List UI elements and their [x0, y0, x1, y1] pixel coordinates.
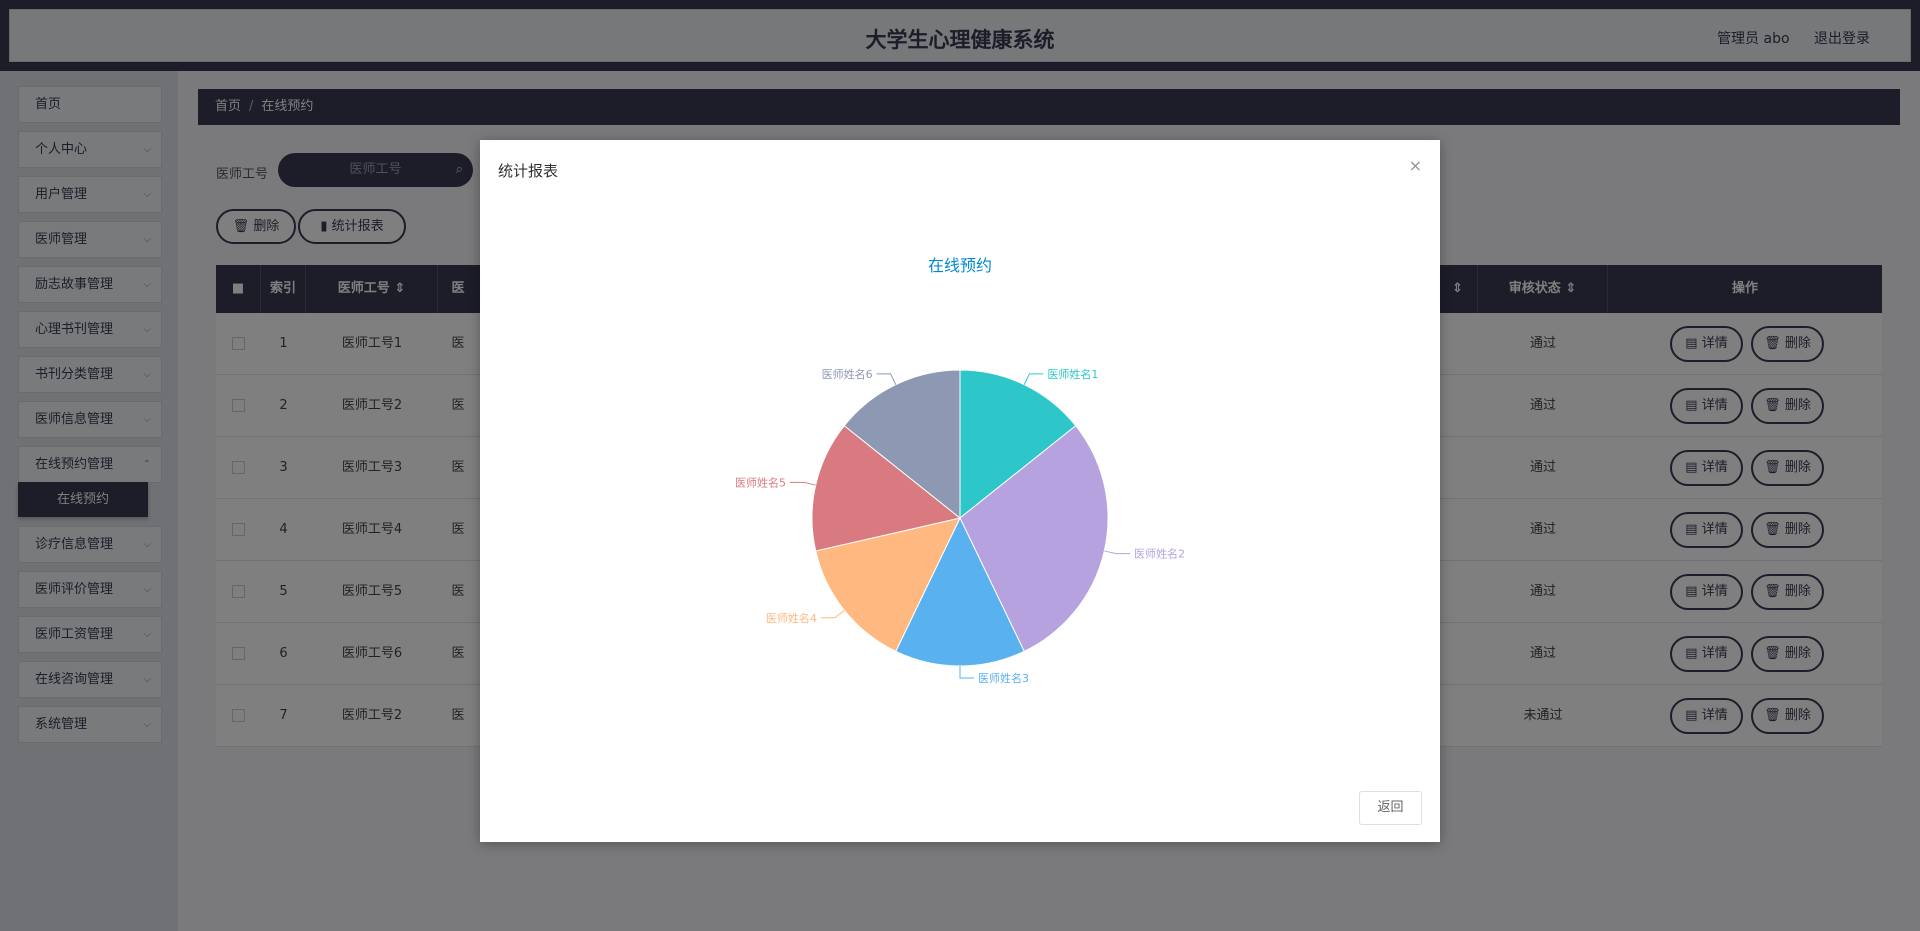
pie-chart: 在线预约 医师姓名1 医师姓名2 医师姓名3 医师姓名4 医师姓名5 医师姓名6 — [735, 256, 1185, 685]
pie-label-line — [959, 666, 974, 679]
pie-label: 医师姓名5 — [735, 475, 786, 489]
pie-label-line — [820, 609, 845, 619]
pie-label: 医师姓名1 — [1047, 367, 1098, 381]
pie-label-line — [1104, 550, 1130, 555]
pie-label-line — [790, 481, 816, 486]
pie-label-line — [876, 373, 897, 385]
pie-label-line — [1023, 373, 1044, 385]
stats-dialog: 统计报表 × 在线预约 医师姓名1 医师姓名2 医师姓名3 医师姓名4 医师姓名5 医师姓… — [480, 140, 1440, 842]
close-icon[interactable]: × — [1409, 156, 1422, 175]
pie-label: 医师姓名4 — [766, 611, 817, 625]
pie-label: 医师姓名6 — [822, 367, 873, 381]
dialog-title: 统计报表 — [498, 162, 559, 180]
pie-label: 医师姓名3 — [978, 671, 1029, 685]
back-button[interactable]: 返回 — [1359, 791, 1422, 825]
chart-title: 在线预约 — [928, 256, 992, 275]
pie-label: 医师姓名2 — [1134, 547, 1185, 561]
